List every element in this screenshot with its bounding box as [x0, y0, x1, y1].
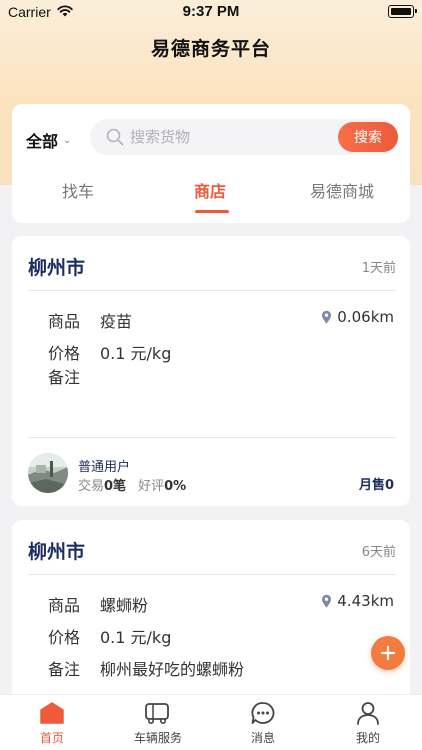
add-button[interactable] [371, 636, 405, 670]
divider [28, 290, 396, 291]
nav-label: 车辆服务 [133, 731, 182, 745]
nav-label: 消息 [250, 731, 275, 745]
search-button[interactable]: 搜索 [338, 122, 398, 152]
remark-label: 备注 [48, 660, 81, 679]
product-value: 螺蛳粉 [100, 596, 149, 615]
divider [28, 574, 396, 575]
remark-label: 备注 [48, 368, 81, 387]
nav-messages[interactable]: 消息 [233, 701, 293, 746]
remark-row: 备注 [48, 364, 100, 388]
truck-icon [145, 703, 169, 724]
chat-icon [251, 702, 275, 724]
listing-city: 柳州市 [28, 257, 86, 279]
plus-icon [380, 645, 396, 661]
search-bar: 搜索 [90, 119, 398, 155]
trade-label: 交易 [78, 479, 105, 494]
user-name[interactable]: 普通用户 [78, 456, 130, 475]
active-tab-indicator [195, 210, 229, 213]
category-tabs: 找车 商店 易德商城 [12, 178, 410, 218]
nav-vehicle-service[interactable]: 车辆服务 [128, 701, 188, 746]
tab-find-vehicle[interactable]: 找车 [62, 178, 94, 202]
listing-city: 柳州市 [28, 541, 86, 563]
monthly-sales: 月售0 [358, 478, 394, 493]
price-label: 价格 [48, 344, 81, 363]
product-row: 商品 疫苗 [48, 308, 132, 332]
product-label: 商品 [48, 312, 81, 331]
price-label: 价格 [48, 628, 81, 647]
location-pin-icon [322, 310, 332, 324]
listing-time: 6天前 [361, 545, 396, 560]
location-pin-icon [322, 594, 332, 608]
price-row: 价格 0.1 元/kg [48, 340, 171, 364]
remark-row: 备注 柳州最好吃的螺蛳粉 [48, 656, 244, 680]
rating-label: 好评 [138, 479, 165, 494]
rating-value: 0% [164, 479, 187, 494]
nav-label: 我的 [355, 731, 380, 745]
tab-store[interactable]: 商店 [194, 178, 226, 202]
home-icon [40, 702, 64, 724]
search-input[interactable] [130, 119, 330, 155]
clock: 9:37 PM [182, 3, 240, 20]
remark-value: 柳州最好吃的螺蛳粉 [100, 660, 245, 679]
listing-card[interactable]: 柳州市 6天前 商品 螺蛳粉 4.43km 价格 0.1 元/kg 备注 柳州最好吃的… [12, 520, 410, 720]
scope-label: 全部 [26, 132, 59, 151]
price-value: 0.1 元/kg [100, 344, 172, 363]
nav-label: 首页 [39, 731, 64, 745]
page-title: 易德商务平台 [150, 38, 271, 60]
distance: 0.06km [321, 308, 394, 326]
distance-value: 0.06km [337, 308, 394, 326]
listing-time: 1天前 [361, 261, 396, 276]
divider [28, 437, 396, 438]
battery-icon [388, 5, 417, 18]
price-value: 0.1 元/kg [100, 628, 172, 647]
chevron-down-icon: ⌄ [63, 134, 72, 146]
nav-home[interactable]: 首页 [22, 701, 82, 746]
user-icon [357, 702, 379, 725]
search-panel: 全部 ⌄ 搜索 找车 商店 易德商城 [12, 104, 410, 223]
price-row: 价格 0.1 元/kg [48, 624, 171, 648]
tab-mall[interactable]: 易德商城 [310, 178, 374, 202]
nav-profile[interactable]: 我的 [338, 701, 398, 746]
product-row: 商品 螺蛳粉 [48, 592, 148, 616]
status-bar: Carrier 9:37 PM [0, 0, 422, 26]
scope-dropdown[interactable]: 全部 ⌄ [26, 128, 71, 152]
avatar[interactable] [28, 453, 68, 493]
distance: 4.43km [321, 592, 394, 610]
bottom-nav: 首页 车辆服务 消息 我的 [0, 694, 422, 750]
search-icon [106, 128, 124, 146]
product-value: 疫苗 [100, 312, 133, 331]
user-stats: 交易0笔 好评0% [78, 475, 186, 494]
distance-value: 4.43km [337, 592, 394, 610]
product-label: 商品 [48, 596, 81, 615]
trade-count: 0笔 [104, 479, 127, 494]
listing-card[interactable]: 柳州市 1天前 商品 疫苗 0.06km 价格 0.1 元/kg 备注 普通用户 交… [12, 236, 410, 506]
